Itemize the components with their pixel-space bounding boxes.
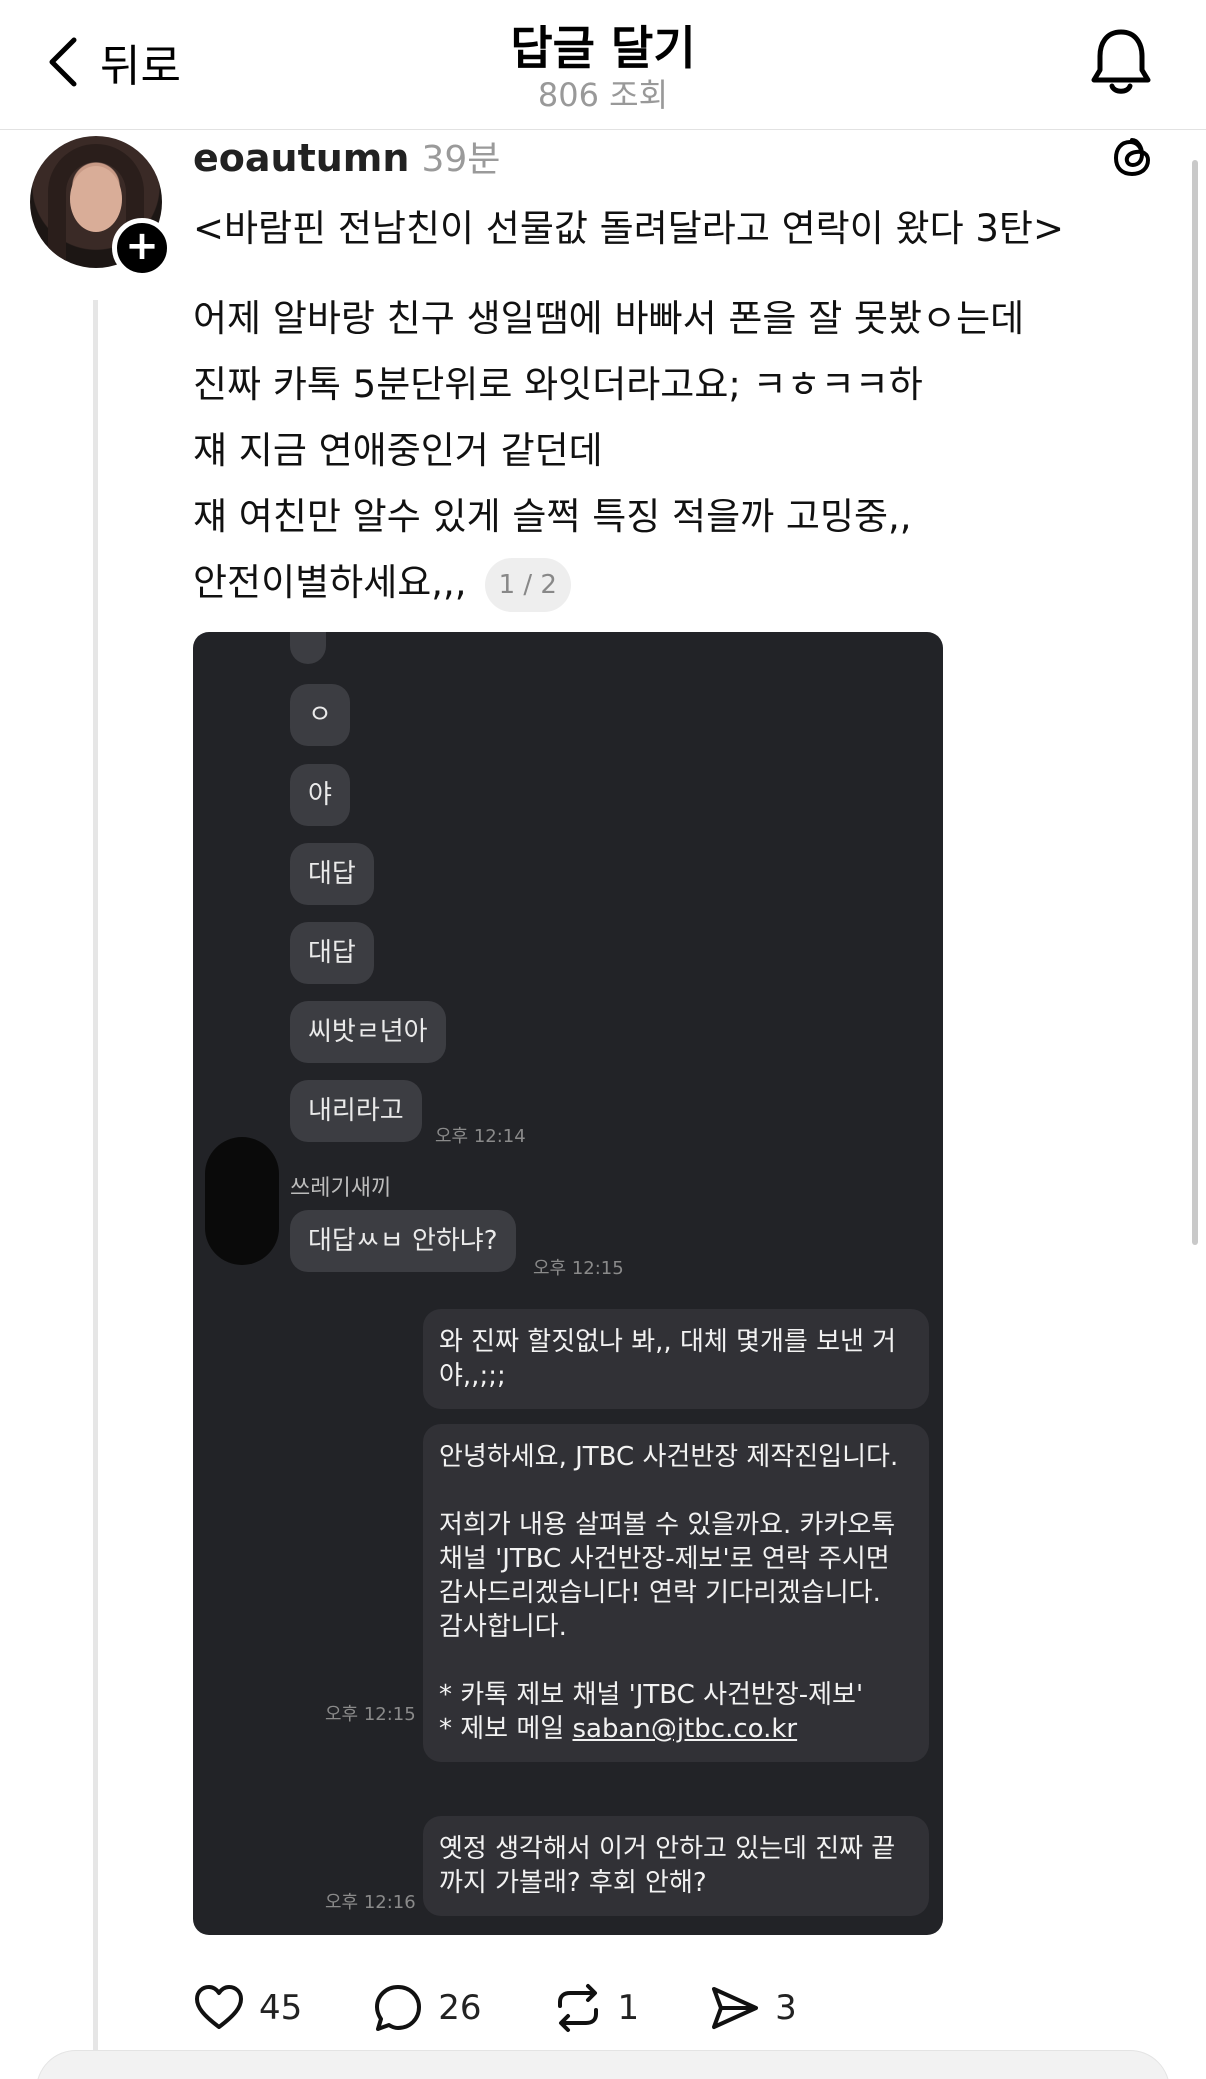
repost-icon bbox=[557, 1984, 598, 2032]
post-body-line: 안전이별하세요,,, 1 / 2 bbox=[193, 550, 1093, 616]
chat-timestamp: 오후 12:15 bbox=[533, 1258, 624, 1279]
page-title: 답글 달기 bbox=[510, 21, 696, 75]
chat-bubble-incoming: 대답ㅆㅂ 안하냐? bbox=[290, 1210, 516, 1272]
top-bar: 뒤로 답글 달기 806 조회 bbox=[0, 0, 1206, 130]
chat-message-text: 안녕하세요, JTBC 사건반장 제작진입니다. 저희가 내용 살펴볼 수 있을… bbox=[439, 1442, 899, 1744]
post-body-line: 쟤 여친만 알수 있게 슬쩍 특징 적을까 고밍중,, bbox=[193, 495, 912, 538]
post-body-line: 진짜 카톡 5분단위로 와잇더라고요; ㅋㅎㅋㅋ하 bbox=[193, 363, 923, 406]
chat-bubble-outgoing: 옛정 생각해서 이거 안하고 있는데 진짜 끝까지 가볼래? 후회 안해? bbox=[423, 1816, 929, 1916]
post-title: <바람핀 전남친이 선물값 돌려달라고 연락이 왔다 3탄> bbox=[193, 207, 1064, 250]
chat-bubble-incoming: 야 bbox=[290, 764, 350, 826]
chat-timestamp: 오후 12:16 bbox=[325, 1892, 416, 1913]
thread-line bbox=[93, 300, 98, 2079]
avatar-face bbox=[70, 166, 122, 232]
author-name[interactable]: eoautumn bbox=[193, 136, 409, 180]
follow-button[interactable]: + bbox=[112, 218, 172, 278]
page-indicator-badge: 1 / 2 bbox=[484, 557, 571, 612]
chat-screenshot-image[interactable]: ㅇ 야 대답 대답 씨밧ㄹ년아 내리라고 오후 12:14 쓰레기새끼 대답ㅆㅂ… bbox=[193, 632, 943, 1935]
comment-icon bbox=[375, 1985, 422, 2031]
post-actions: 45 26 1 3 bbox=[193, 1978, 867, 2038]
chat-bubble-incoming: ㅇ bbox=[290, 684, 350, 746]
chat-timestamp: 오후 12:15 bbox=[325, 1704, 416, 1725]
chat-bubble-incoming: 씨밧ㄹ년아 bbox=[290, 1001, 446, 1063]
like-count: 45 bbox=[259, 1988, 303, 2028]
post-time: 39분 bbox=[421, 139, 501, 180]
author-row: eoautumn 39분 bbox=[193, 130, 500, 180]
repost-button[interactable]: 1 bbox=[552, 1982, 640, 2034]
chat-sender-name: 쓰레기새끼 bbox=[290, 1176, 392, 1201]
heart-icon bbox=[195, 1985, 243, 2029]
comment-count: 26 bbox=[438, 1988, 482, 2028]
send-icon bbox=[712, 1987, 759, 2029]
chat-bubble-incoming: 대답 bbox=[290, 843, 374, 905]
post-body: 어제 알바랑 친구 생일땜에 바빠서 폰을 잘 못봤ㅇ는데 진짜 카톡 5분단위… bbox=[193, 286, 1093, 616]
email-link: saban@jtbc.co.kr bbox=[572, 1714, 798, 1744]
chat-bubble-outgoing: 와 진짜 할짓없나 봐,, 대체 몇개를 보낸 거야,,;;; bbox=[423, 1309, 929, 1409]
share-count: 3 bbox=[775, 1988, 797, 2028]
comment-button[interactable]: 26 bbox=[372, 1982, 482, 2034]
threads-icon[interactable] bbox=[1108, 132, 1158, 182]
chat-timestamp: 오후 12:14 bbox=[435, 1126, 526, 1147]
post-body-line-text: 안전이별하세요,,, bbox=[193, 561, 467, 604]
chat-bubble-outgoing: 안녕하세요, JTBC 사건반장 제작진입니다. 저희가 내용 살펴볼 수 있을… bbox=[423, 1424, 929, 1762]
like-button[interactable]: 45 bbox=[193, 1982, 302, 2034]
repost-count: 1 bbox=[617, 1988, 640, 2028]
post-body-line: 어제 알바랑 친구 생일땜에 바빠서 폰을 잘 못봤ㅇ는데 bbox=[193, 297, 1025, 340]
bell-icon[interactable] bbox=[1088, 26, 1154, 98]
post-body-line: 쟤 지금 연애중인거 같던데 bbox=[193, 429, 603, 472]
redacted-profile-picture bbox=[205, 1137, 279, 1265]
view-count: 806 조회 bbox=[537, 76, 669, 114]
share-button[interactable]: 3 bbox=[709, 1982, 797, 2034]
chat-bubble-incoming: 대답 bbox=[290, 922, 374, 984]
scrollbar[interactable] bbox=[1192, 160, 1198, 1245]
reply-input-bar[interactable] bbox=[36, 2050, 1170, 2079]
chat-bubble-cutoff bbox=[290, 632, 326, 664]
chat-bubble-incoming: 내리라고 bbox=[290, 1080, 422, 1142]
